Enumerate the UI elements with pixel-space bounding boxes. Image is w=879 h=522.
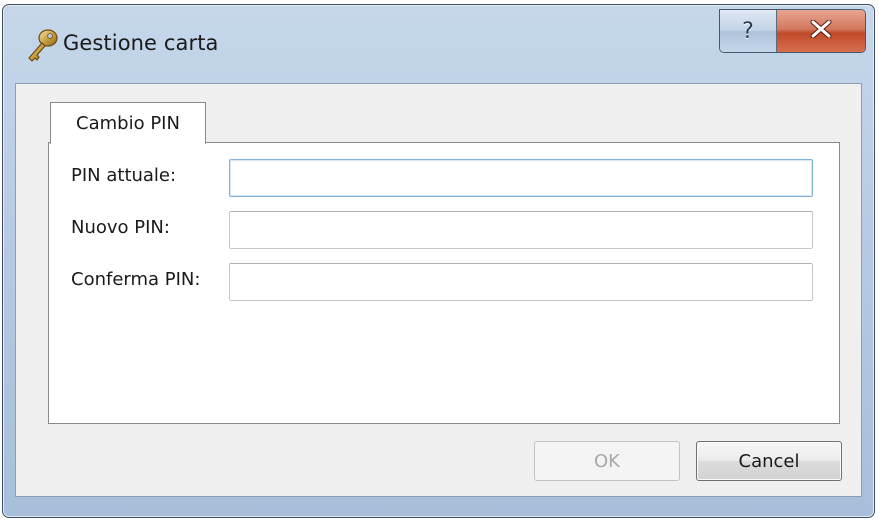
confirm-pin-input[interactable] (229, 263, 813, 301)
cancel-button[interactable]: Cancel (696, 441, 842, 481)
tab-panel-cambio-pin: PIN attuale: Nuovo PIN: Conferma PIN: (48, 142, 840, 424)
confirm-pin-label: Conferma PIN: (71, 269, 201, 290)
tab-cambio-pin[interactable]: Cambio PIN (50, 102, 206, 144)
ok-button[interactable]: OK (534, 441, 680, 481)
help-icon: ? (742, 18, 754, 44)
tab-label: Cambio PIN (76, 113, 180, 134)
title-bar[interactable]: Gestione carta ? (3, 5, 874, 85)
new-pin-input[interactable] (229, 211, 813, 249)
help-button[interactable]: ? (720, 10, 777, 52)
current-pin-label: PIN attuale: (71, 165, 177, 186)
window-title: Gestione carta (63, 31, 219, 55)
close-button[interactable] (777, 10, 865, 52)
close-icon (810, 19, 832, 42)
current-pin-input[interactable] (229, 159, 813, 197)
key-icon (23, 25, 63, 65)
new-pin-label: Nuovo PIN: (71, 217, 170, 238)
caption-buttons: ? (719, 9, 866, 53)
dialog-window: Gestione carta ? Cambio PIN PIN attuale: (2, 4, 875, 518)
dialog-body: Cambio PIN PIN attuale: Nuovo PIN: Confe… (15, 83, 862, 497)
